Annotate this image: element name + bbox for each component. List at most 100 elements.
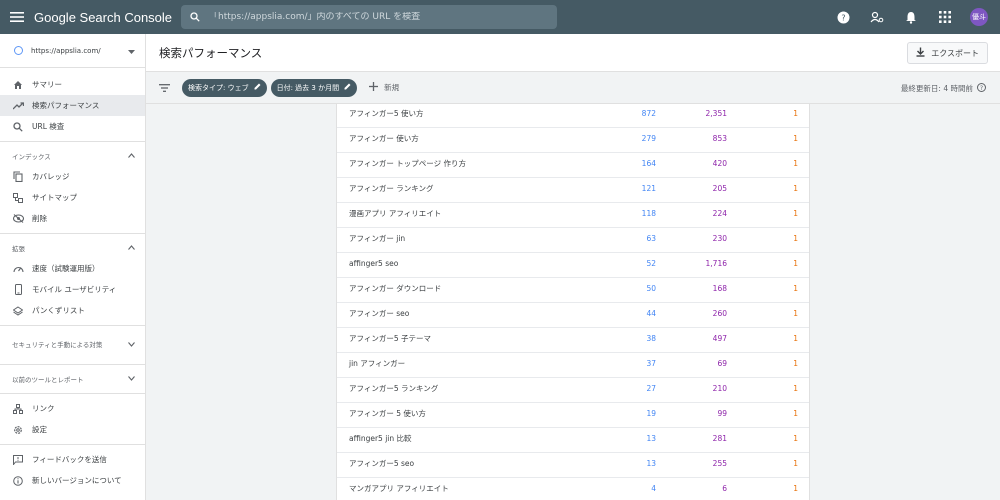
sidebar-item-breadcrumbs[interactable]: パンくずリスト — [0, 300, 145, 321]
sidebar-item-summary[interactable]: サマリー — [0, 74, 145, 95]
sidebar-item-coverage[interactable]: カバレッジ — [0, 166, 145, 187]
sidebar-item-new-version[interactable]: 新しいバージョンについて — [0, 470, 145, 491]
property-label: https://appslia.com/ — [31, 46, 101, 55]
edit-icon[interactable] — [254, 83, 261, 92]
table-row[interactable]: アフィンガー5 ランキング 27 210 1 — [337, 378, 809, 403]
impressions-cell: 69 — [717, 359, 727, 368]
position-cell: 1 — [793, 259, 798, 268]
impressions-cell: 853 — [712, 134, 727, 143]
chevron-down-icon — [128, 375, 135, 383]
sidebar-item-links[interactable]: リンク — [0, 398, 145, 419]
url-inspection-search[interactable] — [181, 5, 557, 29]
clicks-cell: 19 — [646, 409, 656, 418]
query-cell: アフィンガー5 使い方 — [349, 109, 424, 118]
search-type-chip[interactable]: 検索タイプ: ウェブ — [182, 78, 267, 97]
help-outline-icon[interactable]: ? — [977, 83, 986, 94]
new-filter-button[interactable]: 新規 — [369, 82, 399, 93]
search-icon — [181, 12, 209, 22]
table-row[interactable]: jin アフィンガー 37 69 1 — [337, 353, 809, 378]
table-row[interactable]: マンガアプリ アフィリエイト 4 6 1 — [337, 478, 809, 500]
query-cell: アフィンガー seo — [349, 309, 410, 318]
avatar[interactable]: 優斗 — [970, 8, 988, 26]
notifications-icon[interactable] — [902, 8, 920, 26]
position-cell: 1 — [793, 384, 798, 393]
section-index[interactable]: インデックス — [0, 146, 145, 166]
sidebar-item-mobile-usability[interactable]: モバイル ユーザビリティ — [0, 279, 145, 300]
query-cell: アフィンガー5 子テーマ — [349, 334, 432, 343]
clicks-cell: 118 — [641, 209, 656, 218]
table-row[interactable]: アフィンガー seo 44 260 1 — [337, 303, 809, 328]
table-row[interactable]: アフィンガー ランキング 121 205 1 — [337, 178, 809, 203]
section-legacy-tools[interactable]: 以前のツールとレポート — [0, 369, 145, 389]
table-row[interactable]: 漫画アプリ アフィリエイト 118 224 1 — [337, 203, 809, 228]
filter-icon[interactable] — [146, 83, 182, 92]
impressions-cell: 260 — [712, 309, 727, 318]
sidebar-item-performance[interactable]: 検索パフォーマンス — [0, 95, 145, 116]
section-label: インデックス — [12, 153, 51, 161]
position-cell: 1 — [793, 359, 798, 368]
date-chip[interactable]: 日付: 過去 3 か月間 — [270, 78, 358, 97]
sidebar-item-url-inspection[interactable]: URL 検査 — [0, 116, 145, 137]
table-row[interactable]: アフィンガー 使い方 279 853 1 — [337, 128, 809, 153]
table-row[interactable]: アフィンガー トップページ 作り方 164 420 1 — [337, 153, 809, 178]
plus-icon — [369, 82, 379, 93]
chevron-up-icon — [128, 244, 135, 252]
impressions-cell: 6 — [722, 484, 727, 493]
impressions-cell: 224 — [712, 209, 727, 218]
chevron-up-icon — [128, 152, 135, 160]
section-enhancements[interactable]: 拡張 — [0, 238, 145, 258]
sidebar-item-label: サマリー — [32, 80, 62, 89]
position-cell: 1 — [793, 234, 798, 243]
chip-label: 検索タイプ: ウェブ — [188, 83, 249, 92]
sidebar-item-label: サイトマップ — [32, 193, 77, 202]
sidebar-item-feedback[interactable]: フィードバックを送信 — [0, 449, 145, 470]
clicks-cell: 4 — [651, 484, 656, 493]
last-updated: 最終更新日: 4 時間前 ? — [901, 83, 986, 94]
table-row[interactable]: affinger5 seo 52 1,716 1 — [337, 253, 809, 278]
app-title: Google Search Console — [34, 9, 173, 25]
divider — [0, 325, 145, 326]
clicks-cell: 121 — [641, 184, 656, 193]
table-row[interactable]: アフィンガー 5 使い方 19 99 1 — [337, 403, 809, 428]
chevron-down-icon — [128, 48, 135, 56]
position-cell: 1 — [793, 409, 798, 418]
visibility-off-icon — [12, 213, 24, 225]
sidebar-item-sitemaps[interactable]: サイトマップ — [0, 187, 145, 208]
table-row[interactable]: アフィンガー jin 63 230 1 — [337, 228, 809, 253]
menu-icon[interactable] — [0, 0, 34, 34]
top-bar: Google Search Console ? 優斗 — [0, 0, 1000, 34]
query-cell: アフィンガー ダウンロード — [349, 284, 442, 293]
table-row[interactable]: アフィンガー5 使い方 872 2,351 1 — [337, 104, 809, 128]
export-button[interactable]: エクスポート — [907, 42, 988, 64]
help-icon[interactable]: ? — [834, 8, 852, 26]
account-settings-icon[interactable] — [868, 8, 886, 26]
property-selector[interactable]: https://appslia.com/ — [0, 34, 145, 68]
apps-grid-icon[interactable] — [936, 8, 954, 26]
edit-icon[interactable] — [344, 83, 351, 92]
table-row[interactable]: アフィンガー5 seo 13 255 1 — [337, 453, 809, 478]
divider — [0, 141, 145, 142]
impressions-cell: 205 — [712, 184, 727, 193]
sidebar-item-removals[interactable]: 削除 — [0, 208, 145, 229]
clicks-cell: 164 — [641, 159, 656, 168]
sidebar-item-settings[interactable]: 設定 — [0, 419, 145, 440]
impressions-cell: 99 — [717, 409, 727, 418]
layers-icon — [12, 305, 24, 317]
section-security[interactable]: セキュリティと手動による対策 — [0, 330, 145, 360]
feedback-icon — [12, 454, 24, 466]
position-cell: 1 — [793, 334, 798, 343]
impressions-cell: 420 — [712, 159, 727, 168]
search-input[interactable] — [209, 12, 539, 22]
svg-text:?: ? — [841, 13, 845, 22]
sidebar-item-label: 削除 — [32, 214, 47, 223]
sidebar-item-label: URL 検査 — [32, 122, 65, 131]
clicks-cell: 13 — [646, 434, 656, 443]
sidebar-item-label: 新しいバージョンについて — [32, 476, 122, 485]
position-cell: 1 — [793, 109, 798, 118]
query-cell: affinger5 jin 比較 — [349, 434, 412, 443]
table-row[interactable]: affinger5 jin 比較 13 281 1 — [337, 428, 809, 453]
table-row[interactable]: アフィンガー5 子テーマ 38 497 1 — [337, 328, 809, 353]
table-row[interactable]: アフィンガー ダウンロード 50 168 1 — [337, 278, 809, 303]
sidebar-item-label: フィードバックを送信 — [32, 455, 107, 464]
sidebar-item-speed[interactable]: 速度（試験運用版） — [0, 258, 145, 279]
